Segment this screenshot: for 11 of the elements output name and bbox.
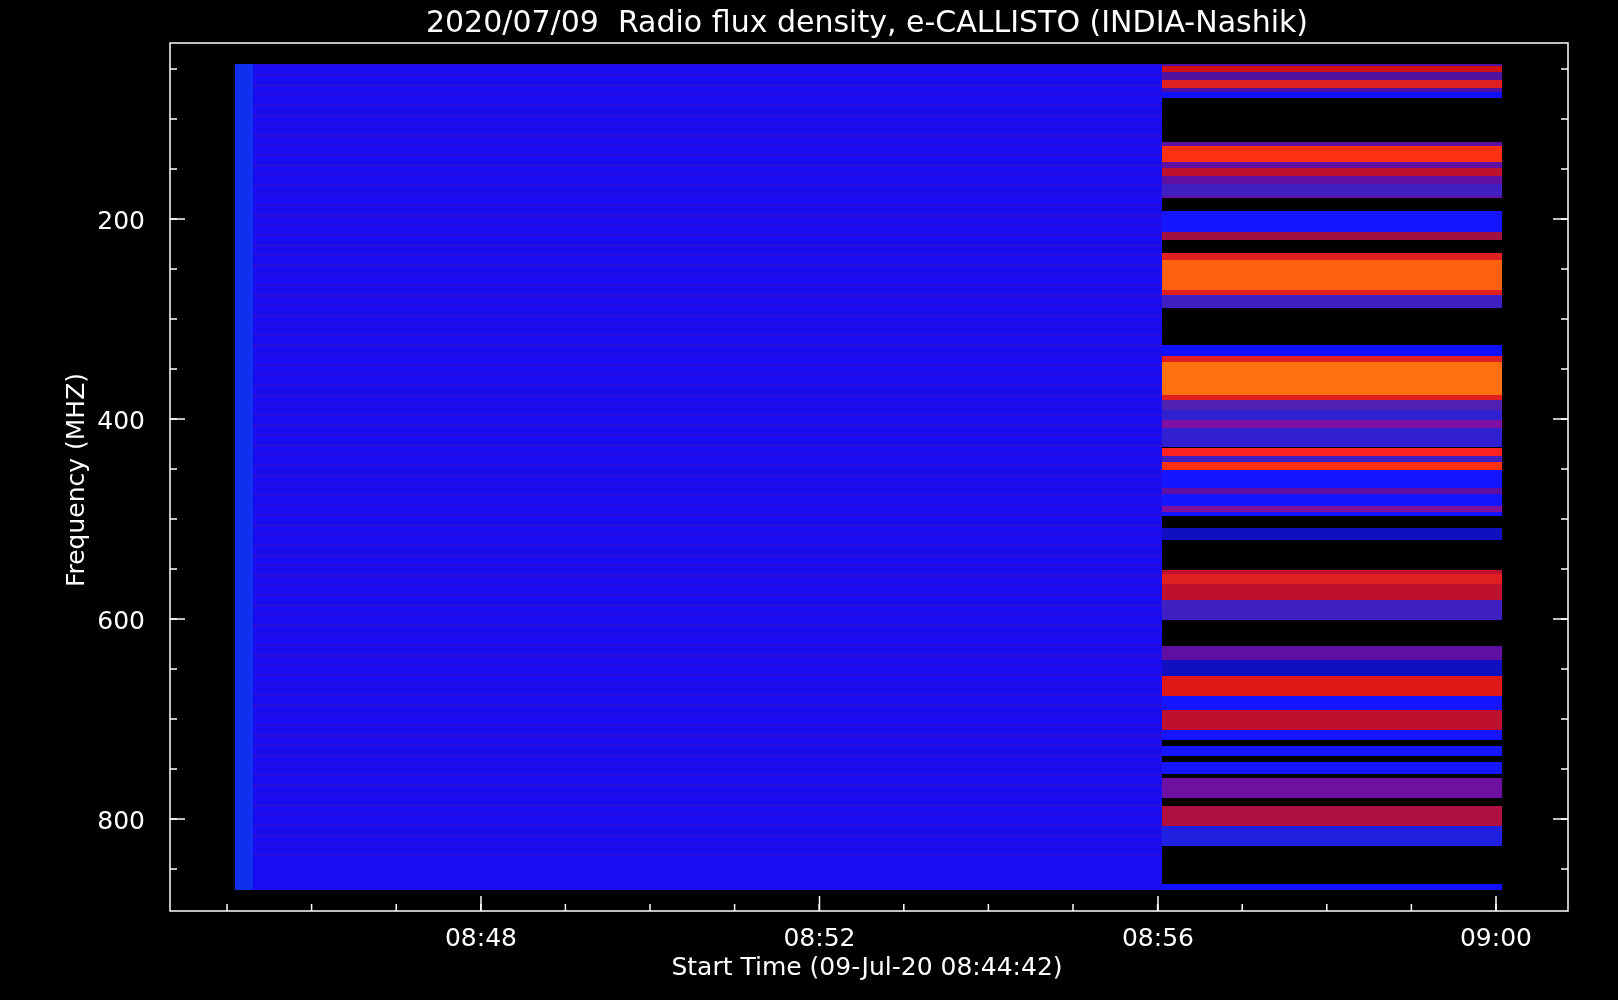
x-axis-label: Start Time (09-Jul-20 08:44:42)	[671, 952, 1063, 981]
y-tick-label: 400	[97, 406, 145, 435]
y-axis-label: Frequency (MHZ)	[61, 372, 90, 588]
x-tick-label: 08:56	[1122, 923, 1194, 952]
x-tick-label: 08:52	[783, 923, 856, 952]
y-tick-label: 600	[97, 606, 145, 635]
y-tick-label: 800	[97, 806, 145, 835]
chart-title: 2020/07/09 Radio flux density, e-CALLISTO (INDIA-Nashik)	[425, 4, 1309, 39]
x-tick-label: 08:48	[445, 923, 517, 952]
y-tick-label: 200	[97, 206, 145, 235]
x-tick-label: 09:00	[1460, 923, 1532, 952]
